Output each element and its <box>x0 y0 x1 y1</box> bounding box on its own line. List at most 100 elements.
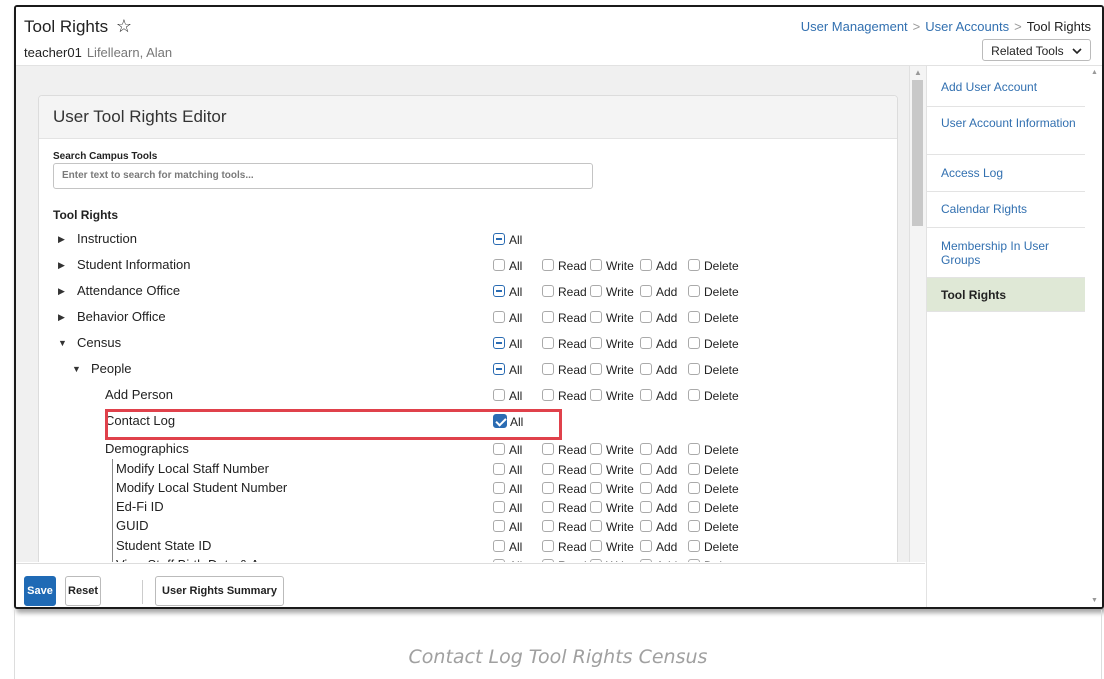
delete-checkbox[interactable] <box>688 520 700 532</box>
delete-checkbox[interactable] <box>688 337 700 349</box>
user-rights-summary-button[interactable]: User Rights Summary <box>155 576 284 606</box>
read-checkbox[interactable] <box>542 311 554 323</box>
search-input[interactable]: Enter text to search for matching tools.… <box>53 163 593 189</box>
read-checkbox[interactable] <box>542 389 554 401</box>
write-label: Write <box>606 520 634 534</box>
add-checkbox[interactable] <box>640 443 652 455</box>
all-checkbox[interactable] <box>493 520 505 532</box>
delete-label: Delete <box>704 259 739 273</box>
all-checkbox[interactable] <box>493 233 505 245</box>
caret-right-icon[interactable]: ▶ <box>58 286 65 297</box>
sidebar-item-membership-in-user-groups[interactable]: Membership In User Groups <box>927 228 1085 278</box>
read-checkbox[interactable] <box>542 540 554 552</box>
delete-checkbox[interactable] <box>688 501 700 513</box>
sidebar-scrollbar[interactable]: ▲ ▼ <box>1088 66 1102 607</box>
all-checkbox[interactable] <box>493 285 505 297</box>
caret-right-icon[interactable]: ▶ <box>58 234 65 245</box>
delete-checkbox[interactable] <box>688 259 700 271</box>
write-checkbox[interactable] <box>590 501 602 513</box>
sidebar-item-tool-rights[interactable]: Tool Rights <box>927 278 1085 312</box>
scroll-up-arrow-icon[interactable]: ▲ <box>1091 69 1098 76</box>
write-checkbox[interactable] <box>590 540 602 552</box>
write-checkbox[interactable] <box>590 285 602 297</box>
sidebar-item-add-user-account[interactable]: Add User Account <box>927 66 1085 107</box>
all-checkbox[interactable] <box>493 443 505 455</box>
read-checkbox[interactable] <box>542 559 554 562</box>
scrollbar-thumb[interactable] <box>912 80 923 226</box>
write-checkbox[interactable] <box>590 443 602 455</box>
delete-checkbox[interactable] <box>688 540 700 552</box>
breadcrumb-user-management[interactable]: User Management <box>801 19 908 34</box>
caret-right-icon[interactable]: ▶ <box>58 260 65 271</box>
tool-right-row: Student State ID All Read Write Add Delete <box>39 536 897 557</box>
breadcrumb-user-accounts[interactable]: User Accounts <box>925 19 1009 34</box>
add-checkbox[interactable] <box>640 463 652 475</box>
reset-button[interactable]: Reset <box>65 576 101 606</box>
write-checkbox[interactable] <box>590 259 602 271</box>
caret-right-icon[interactable]: ▶ <box>58 312 65 323</box>
all-checkbox[interactable] <box>493 501 505 513</box>
add-checkbox[interactable] <box>640 337 652 349</box>
read-checkbox[interactable] <box>542 285 554 297</box>
delete-checkbox[interactable] <box>688 285 700 297</box>
all-checkbox[interactable] <box>493 559 505 562</box>
read-checkbox[interactable] <box>542 443 554 455</box>
add-checkbox[interactable] <box>640 559 652 562</box>
write-checkbox[interactable] <box>590 559 602 562</box>
write-checkbox[interactable] <box>590 463 602 475</box>
read-checkbox[interactable] <box>542 337 554 349</box>
add-checkbox[interactable] <box>640 311 652 323</box>
caret-down-icon[interactable]: ▼ <box>58 338 67 348</box>
write-checkbox[interactable] <box>590 520 602 532</box>
add-checkbox[interactable] <box>640 482 652 494</box>
all-label: All <box>509 311 523 325</box>
write-checkbox[interactable] <box>590 363 602 375</box>
scroll-down-arrow-icon[interactable]: ▼ <box>1091 597 1098 604</box>
delete-checkbox[interactable] <box>688 463 700 475</box>
delete-checkbox[interactable] <box>688 443 700 455</box>
add-checkbox[interactable] <box>640 363 652 375</box>
read-checkbox[interactable] <box>542 520 554 532</box>
read-checkbox[interactable] <box>542 259 554 271</box>
write-checkbox[interactable] <box>590 311 602 323</box>
scroll-up-arrow-icon[interactable]: ▲ <box>914 68 922 77</box>
sidebar-item-user-account-information[interactable]: User Account Information <box>927 107 1085 155</box>
delete-checkbox[interactable] <box>688 559 700 562</box>
read-checkbox[interactable] <box>542 363 554 375</box>
add-checkbox[interactable] <box>640 501 652 513</box>
read-checkbox[interactable] <box>542 463 554 475</box>
write-checkbox[interactable] <box>590 389 602 401</box>
read-checkbox[interactable] <box>542 482 554 494</box>
all-checkbox[interactable] <box>493 311 505 323</box>
tool-name: GUID <box>116 518 149 533</box>
caret-down-icon[interactable]: ▼ <box>72 364 81 374</box>
all-checkbox[interactable] <box>493 337 505 349</box>
add-checkbox[interactable] <box>640 520 652 532</box>
related-tools-button[interactable]: Related Tools <box>982 39 1091 61</box>
write-checkbox[interactable] <box>590 337 602 349</box>
sidebar-item-calendar-rights[interactable]: Calendar Rights <box>927 192 1085 228</box>
save-button[interactable]: Save <box>24 576 56 606</box>
all-checkbox[interactable] <box>493 463 505 475</box>
star-outline-icon[interactable]: ☆ <box>116 16 132 36</box>
add-checkbox[interactable] <box>640 285 652 297</box>
delete-checkbox[interactable] <box>688 389 700 401</box>
add-checkbox[interactable] <box>640 540 652 552</box>
delete-checkbox[interactable] <box>688 311 700 323</box>
sidebar-item-access-log[interactable]: Access Log <box>927 155 1085 192</box>
all-checkbox[interactable] <box>493 540 505 552</box>
delete-checkbox[interactable] <box>688 482 700 494</box>
all-checkbox[interactable] <box>493 259 505 271</box>
all-checkbox[interactable] <box>493 389 505 401</box>
all-label: All <box>509 540 523 554</box>
main-scrollbar[interactable]: ▲ <box>909 66 926 562</box>
all-checkbox[interactable] <box>493 482 505 494</box>
read-label: Read <box>558 463 587 477</box>
write-checkbox[interactable] <box>590 482 602 494</box>
add-checkbox[interactable] <box>640 389 652 401</box>
read-checkbox[interactable] <box>542 501 554 513</box>
delete-checkbox[interactable] <box>688 363 700 375</box>
add-checkbox[interactable] <box>640 259 652 271</box>
sidebar-item-label: Membership In User Groups <box>941 239 1050 267</box>
all-checkbox[interactable] <box>493 363 505 375</box>
